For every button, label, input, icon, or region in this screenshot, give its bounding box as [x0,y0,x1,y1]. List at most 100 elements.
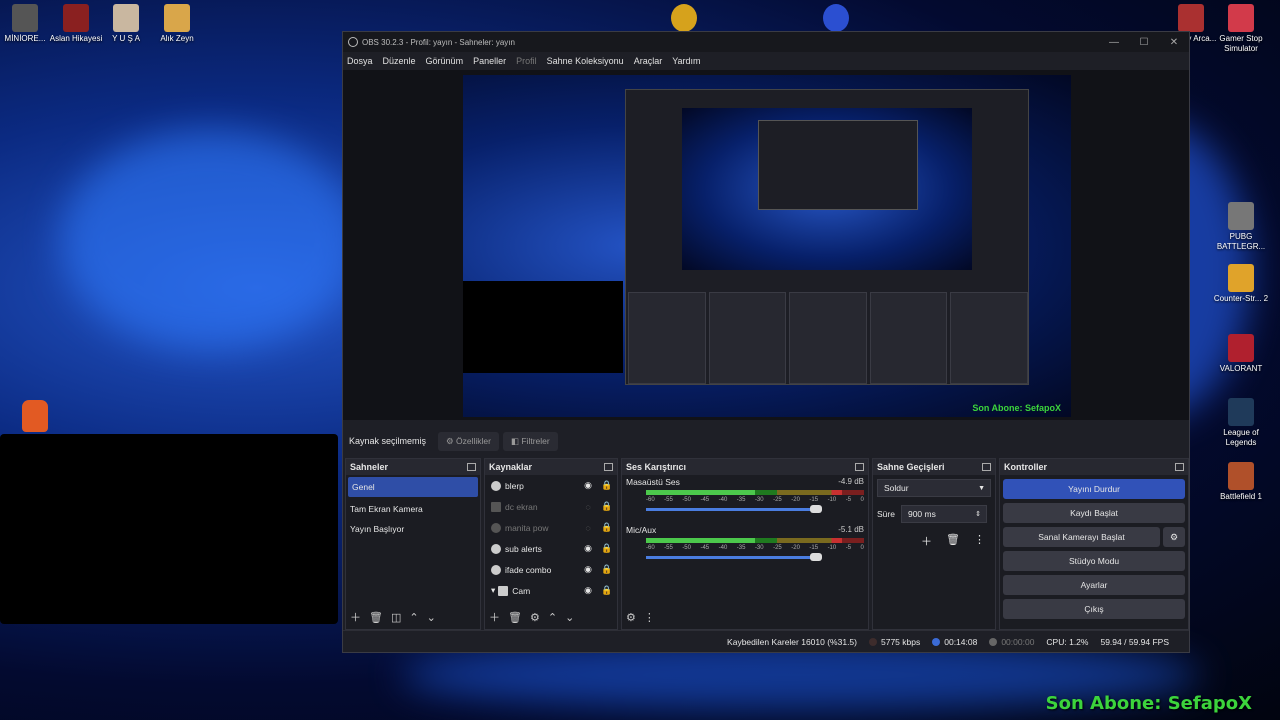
trash-icon[interactable]: 🗑 [508,611,522,624]
menu-file[interactable]: Dosya [347,56,373,66]
slider-handle[interactable] [810,553,822,561]
trash-icon[interactable]: 🗑 [946,533,960,549]
mixer-channel: Mic/Aux -5.1 dB -60 -55 -50 -45 -40 -35 -30 -25-… [622,523,868,561]
volume-slider[interactable] [646,505,822,513]
menu-scene-collection[interactable]: Sahne Koleksiyonu [547,56,624,66]
menu-profile[interactable]: Profil [516,56,537,66]
transition-select[interactable]: Soldur ▼ [877,479,991,497]
scene-item[interactable]: Tam Ekran Kamera [346,499,480,519]
desktop-icon-valorant[interactable]: VALORANT [1210,334,1272,374]
app-icon [63,4,89,32]
desktop-icon-gamer-stop[interactable]: Gamer Stop Simulator [1210,4,1272,54]
trash-icon[interactable]: 🗑 [369,611,383,624]
minimize-icon[interactable]: — [1099,37,1129,48]
undock-icon[interactable] [467,463,476,471]
desktop-icon-lol[interactable]: League of Legends [1210,398,1272,448]
app-icon [1228,398,1254,426]
gear-icon[interactable]: ⚙ [530,611,540,624]
stream-preview[interactable]: Son Abone: SefapoX [463,75,1071,417]
maximize-icon[interactable]: ☐ [1129,37,1159,48]
hidden-icon[interactable]: ◌ [583,502,593,512]
preview-area: Son Abone: SefapoX [343,70,1189,420]
virtual-camera-button[interactable]: Sanal Kamerayı Başlat [1003,527,1160,547]
visibility-icon[interactable]: ◉ [583,585,593,596]
down-icon[interactable]: ⌄ [565,611,574,624]
stop-stream-button[interactable]: Yayını Durdur [1003,479,1185,499]
desktop-icon-cs2[interactable]: Counter-Str... 2 [1210,264,1272,304]
controls-dock: Kontroller Yayını Durdur Kaydı Başlat Sa… [999,458,1189,630]
up-icon[interactable]: ⌃ [548,611,557,624]
lock-icon[interactable]: 🔒 [601,522,612,533]
lock-icon[interactable]: 🔒 [601,543,612,554]
source-item[interactable]: ifade combo ◉ 🔒 [485,559,617,580]
desktop-icon-alik[interactable]: Alık Zeyn [146,4,208,44]
undock-icon[interactable] [1175,463,1184,471]
volume-slider[interactable] [646,553,822,561]
undock-icon[interactable] [982,463,991,471]
exit-button[interactable]: Çıkış [1003,599,1185,619]
desktop-icon-center1[interactable] [653,4,715,34]
desktop-icon-label: League of Legends [1223,428,1259,447]
desktop-icon-center2[interactable] [805,4,867,34]
slider-handle[interactable] [810,505,822,513]
desktop-icon-battlefield[interactable]: Battlefield 1 [1210,462,1272,502]
desktop-icon-pubg[interactable]: PUBG BATTLEGR... [1210,202,1272,252]
transitions-title: Sahne Geçişleri [877,462,945,472]
menu-dots-icon[interactable]: ⋮ [644,611,655,624]
menu-help[interactable]: Yardım [672,56,700,66]
menu-dots-icon[interactable]: ⋮ [974,533,985,549]
visibility-icon[interactable]: ◉ [583,543,593,554]
add-icon[interactable]: ＋ [350,609,361,625]
close-icon[interactable]: ✕ [1159,37,1189,48]
start-recording-button[interactable]: Kaydı Başlat [1003,503,1185,523]
properties-button[interactable]: ⚙ Özellikler [438,431,499,451]
source-item[interactable]: ▾ Cam ◉ 🔒 [485,580,617,601]
source-item[interactable]: dc ekran ◌ 🔒 [485,496,617,517]
gear-icon[interactable]: ⚙ [1163,527,1185,547]
menu-docks[interactable]: Paneller [473,56,506,66]
add-icon[interactable]: ＋ [489,609,500,625]
undock-icon[interactable] [604,463,613,471]
source-item[interactable]: blerp ◉ 🔒 [485,475,617,496]
preview-overlay-text: Son Abone: SefapoX [972,403,1061,413]
undock-icon[interactable] [855,463,864,471]
filters-button[interactable]: ◧ Filtreler [502,431,558,451]
lock-icon[interactable]: 🔒 [601,564,612,575]
source-item[interactable]: manita pow ◌ 🔒 [485,517,617,538]
lock-icon[interactable]: 🔒 [601,501,612,512]
spinner-icon[interactable]: ⇕ [975,510,981,518]
studio-mode-button[interactable]: Stüdyo Modu [1003,551,1185,571]
settings-button[interactable]: Ayarlar [1003,575,1185,595]
duration-row: Süre 900 ms ⇕ [873,501,995,527]
desktop-icon-label: Y U Ş A [112,34,140,43]
stream-time: 00:14:08 [944,636,978,647]
hidden-icon[interactable]: ◌ [583,523,593,533]
source-item[interactable]: sub alerts ◉ 🔒 [485,538,617,559]
subscriber-overlay: Son Abone: SefapoX [1045,693,1252,714]
source-name: manita pow [505,522,549,533]
chevron-down-icon: ▼ [978,484,985,492]
expand-icon[interactable]: ▾ [491,585,495,596]
visibility-icon[interactable]: ◉ [583,564,593,575]
nested-window [758,120,918,210]
menu-view[interactable]: Görünüm [426,56,464,66]
gear-icon[interactable]: ⚙ [626,611,636,624]
scene-item[interactable]: Yayın Başlıyor [346,519,480,539]
duration-input[interactable]: 900 ms ⇕ [900,505,987,523]
add-icon[interactable]: ＋ [921,533,932,549]
down-icon[interactable]: ⌄ [427,611,436,624]
lock-icon[interactable]: 🔒 [601,480,612,491]
sources-title: Kaynaklar [489,462,533,472]
filter-icon[interactable]: ◫ [391,611,401,624]
lock-icon[interactable]: 🔒 [601,585,612,596]
source-status: Kaynak seçilmemiş [349,436,427,446]
window-title: OBS 30.2.3 - Profil: yayın - Sahneler: y… [362,37,515,47]
channel-db: -4.9 dB [838,477,864,486]
scene-item[interactable]: Genel [348,477,478,497]
menu-edit[interactable]: Düzenle [383,56,416,66]
visibility-icon[interactable]: ◉ [583,480,593,491]
menu-tools[interactable]: Araçlar [634,56,663,66]
recursive-obs-preview [625,89,1029,385]
volume-meter [646,538,864,543]
up-icon[interactable]: ⌃ [409,611,418,624]
